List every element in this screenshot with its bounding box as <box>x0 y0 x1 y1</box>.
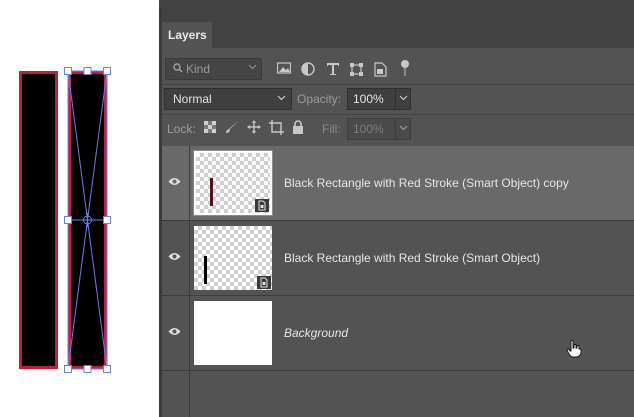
panel-tab-bar: Layers <box>159 8 634 48</box>
transform-handle-bottom-left <box>64 365 72 373</box>
blend-mode-value: Normal <box>173 92 212 106</box>
layers-list: Black Rectangle with Red Stroke (Smart O… <box>159 146 634 417</box>
layer-row-copy[interactable]: Black Rectangle with Red Stroke (Smart O… <box>159 146 634 221</box>
blend-mode-dropdown[interactable]: Normal <box>164 88 292 110</box>
layer-name[interactable]: Background <box>284 326 348 340</box>
lock-transparent-pixels-icon[interactable] <box>204 121 216 133</box>
chevron-down-icon <box>248 64 257 70</box>
lock-label: Lock: <box>167 122 196 136</box>
visibility-column <box>159 296 190 370</box>
smart-object-filter-icon[interactable] <box>374 62 387 77</box>
opacity-input[interactable]: 100% <box>347 88 397 110</box>
layer-thumbnail[interactable] <box>194 301 272 365</box>
tab-layers[interactable]: Layers <box>162 22 212 48</box>
layer-thumbnail[interactable] <box>194 226 272 290</box>
hand-cursor-icon <box>566 340 582 358</box>
kind-filter-dropdown[interactable]: Kind <box>165 58 262 80</box>
divider <box>159 84 634 85</box>
visibility-column <box>159 371 190 417</box>
transform-handle-bottom-right <box>103 365 111 373</box>
lock-all-icon[interactable] <box>292 120 304 134</box>
chevron-down-icon <box>399 125 408 131</box>
fill-input[interactable]: 100% <box>347 118 397 140</box>
smart-object-icon <box>258 200 266 211</box>
fill-slider-button[interactable] <box>395 118 411 140</box>
transform-handle-bottom-center <box>83 365 92 373</box>
search-icon <box>173 63 183 73</box>
divider <box>159 114 634 115</box>
visibility-column <box>159 221 190 295</box>
opacity-slider-button[interactable] <box>395 88 411 110</box>
shape-filter-icon[interactable] <box>349 62 364 77</box>
panel-left-edge <box>159 8 162 417</box>
document-canvas[interactable] <box>0 0 159 417</box>
eye-icon[interactable] <box>168 177 181 186</box>
chevron-down-icon <box>399 95 408 101</box>
layer-thumbnail[interactable] <box>193 150 273 216</box>
kind-filter-label: Kind <box>186 62 211 76</box>
layer-row-original[interactable]: Black Rectangle with Red Stroke (Smart O… <box>159 221 634 296</box>
transform-handle-middle-right <box>103 216 111 224</box>
lock-image-pixels-icon[interactable] <box>225 120 239 134</box>
thumbnail-rectangle <box>210 178 213 206</box>
opacity-label: Opacity: <box>297 92 342 106</box>
panel-top-strip <box>159 0 634 8</box>
smart-object-badge <box>257 276 271 289</box>
filter-toggle-icon[interactable] <box>400 59 410 77</box>
visibility-column <box>159 146 190 220</box>
transform-bounding-box[interactable] <box>0 0 159 417</box>
transform-handle-top-center <box>83 67 92 75</box>
adjustment-filter-icon[interactable] <box>301 62 315 76</box>
transform-handle-middle-left <box>64 216 72 224</box>
layers-panel: Layers Kind Normal Opacity: 100% Lock: F… <box>159 8 634 417</box>
type-filter-icon[interactable] <box>326 62 340 76</box>
layer-row-background[interactable]: Background <box>159 296 634 371</box>
fill-label: Fill: <box>322 122 341 136</box>
transform-handle-top-left <box>64 67 72 75</box>
smart-object-badge <box>255 199 269 212</box>
eye-icon[interactable] <box>168 327 181 336</box>
image-filter-icon[interactable] <box>277 62 291 75</box>
transform-handle-top-right <box>103 67 111 75</box>
layer-name[interactable]: Black Rectangle with Red Stroke (Smart O… <box>284 251 540 265</box>
lock-artboard-icon[interactable] <box>269 120 284 135</box>
chevron-down-icon <box>277 95 286 101</box>
thumbnail-rectangle <box>204 256 207 284</box>
lock-position-icon[interactable] <box>247 120 261 134</box>
eye-icon[interactable] <box>168 252 181 261</box>
smart-object-icon <box>260 277 268 288</box>
layer-name[interactable]: Black Rectangle with Red Stroke (Smart O… <box>284 176 569 190</box>
